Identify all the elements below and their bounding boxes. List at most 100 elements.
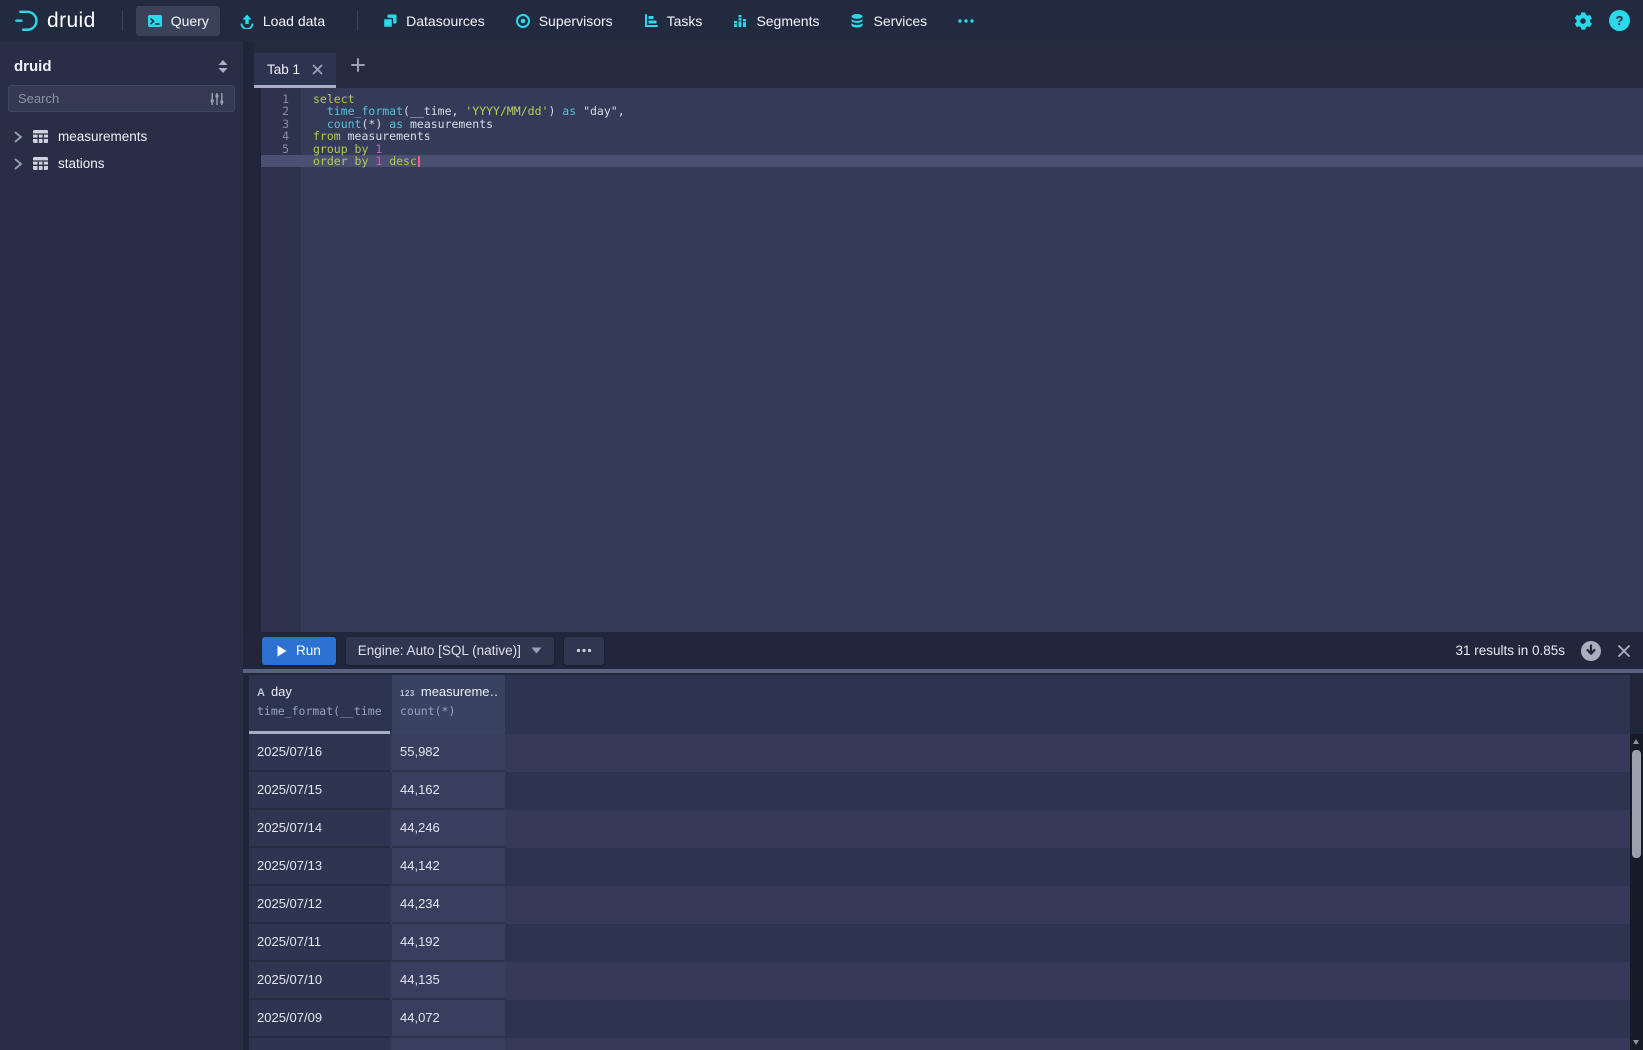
- tab-label: Tab 1: [267, 62, 300, 77]
- editor-gutter: 123456: [261, 88, 301, 632]
- code-line[interactable]: order by 1 desc: [313, 155, 1643, 167]
- cell-measurements[interactable]: 44,234: [392, 886, 505, 924]
- nav-item-label: Supervisors: [539, 13, 613, 29]
- chevron-right-icon: [14, 131, 23, 143]
- nav-item-load-data[interactable]: Load data: [228, 6, 336, 36]
- table-row: 2025/07/1444,246: [249, 810, 1630, 848]
- help-icon[interactable]: ?: [1609, 10, 1630, 31]
- play-icon: [277, 645, 287, 657]
- nav-item-services[interactable]: Services: [838, 6, 938, 36]
- nav-item-supervisors[interactable]: Supervisors: [504, 6, 624, 36]
- table-row: [249, 1038, 1630, 1050]
- scrollbar-thumb[interactable]: [1632, 750, 1641, 858]
- nav-item-datasources[interactable]: Datasources: [371, 6, 496, 36]
- cell-day[interactable]: 2025/07/09: [249, 1000, 390, 1038]
- run-button[interactable]: Run: [262, 637, 336, 665]
- cell-day[interactable]: 2025/07/15: [249, 772, 390, 810]
- column-expression: count(*): [400, 704, 497, 718]
- filter-sliders-icon[interactable]: [209, 91, 225, 107]
- tree-item-label: stations: [58, 156, 105, 171]
- tasks-icon: [643, 13, 659, 29]
- download-icon[interactable]: [1580, 640, 1602, 662]
- table-row: 2025/07/1044,135: [249, 962, 1630, 1000]
- query-tab-bar: Tab 1: [254, 41, 1643, 88]
- settings-gear-icon[interactable]: [1573, 11, 1593, 31]
- sidebar-item-measurements[interactable]: measurements: [0, 123, 243, 150]
- logo-text: druid: [47, 9, 96, 33]
- cell-day[interactable]: 2025/07/13: [249, 848, 390, 886]
- engine-label: Engine: Auto [SQL (native)]: [358, 643, 521, 658]
- line-number: 4: [261, 130, 301, 142]
- sidebar-item-stations[interactable]: stations: [0, 150, 243, 177]
- table-row: 2025/07/1655,982: [249, 734, 1630, 772]
- nav-divider: [122, 11, 123, 31]
- cell-measurements[interactable]: [392, 1038, 505, 1050]
- editor-code[interactable]: select time_format(__time, 'YYYY/MM/dd')…: [301, 88, 1643, 632]
- tree-item-label: measurements: [58, 129, 147, 144]
- cell-measurements[interactable]: 44,135: [392, 962, 505, 1000]
- line-number: 1: [261, 93, 301, 105]
- table-icon: [32, 156, 49, 171]
- double-caret-vertical-icon[interactable]: [217, 59, 229, 74]
- supervisors-icon: [515, 13, 531, 29]
- sql-editor[interactable]: 123456 select time_format(__time, 'YYYY/…: [243, 88, 1643, 632]
- table-row: 2025/07/1544,162: [249, 772, 1630, 810]
- results-scrollbar[interactable]: [1630, 734, 1643, 1050]
- code-line[interactable]: time_format(__time, 'YYYY/MM/dd') as "da…: [313, 105, 1643, 117]
- code-line[interactable]: from measurements: [313, 130, 1643, 142]
- cell-measurements[interactable]: 44,192: [392, 924, 505, 962]
- run-toolbar: Run Engine: Auto [SQL (native)] 31 resul…: [243, 632, 1643, 669]
- nav-item-label: Query: [171, 13, 209, 29]
- schema-search-box: [8, 85, 235, 112]
- tab-tab1[interactable]: Tab 1: [254, 53, 336, 88]
- cell-day[interactable]: 2025/07/10: [249, 962, 390, 1000]
- line-number: 3: [261, 118, 301, 130]
- cell-measurements[interactable]: 44,072: [392, 1000, 505, 1038]
- nav-item-label: Load data: [263, 13, 325, 29]
- nav-item-tasks[interactable]: Tasks: [632, 6, 714, 36]
- cell-day[interactable]: 2025/07/12: [249, 886, 390, 924]
- table-row: 2025/07/1144,192: [249, 924, 1630, 962]
- cell-measurements[interactable]: 55,982: [392, 734, 505, 772]
- cell-day[interactable]: 2025/07/14: [249, 810, 390, 848]
- druid-logo-icon: [13, 7, 40, 34]
- scroll-down-arrow[interactable]: [1633, 1040, 1639, 1045]
- engine-select-button[interactable]: Engine: Auto [SQL (native)]: [346, 637, 554, 665]
- column-header-day[interactable]: A day time_format(__time,…: [249, 675, 390, 734]
- cell-day[interactable]: 2025/07/11: [249, 924, 390, 962]
- result-status-text: 31 results in 0.85s: [1455, 643, 1565, 658]
- column-header-measurements[interactable]: 123 measureme… count(*): [392, 675, 505, 734]
- services-icon: [849, 13, 865, 29]
- nav-item-label: Services: [873, 13, 927, 29]
- cell-day[interactable]: [249, 1038, 390, 1050]
- nav-more-button[interactable]: [946, 11, 986, 31]
- code-line[interactable]: group by 1: [313, 143, 1643, 155]
- table-row: 2025/07/0944,072: [249, 1000, 1630, 1038]
- cell-measurements[interactable]: 44,246: [392, 810, 505, 848]
- caret-down-icon: [531, 647, 542, 654]
- editor-left-strip: [243, 88, 261, 632]
- results-panel: A day time_format(__time,… 123 measureme…: [243, 673, 1643, 1050]
- table-row: 2025/07/1344,142: [249, 848, 1630, 886]
- nav-item-query[interactable]: Query: [136, 6, 220, 36]
- results-body: 2025/07/1655,9822025/07/1544,1622025/07/…: [249, 734, 1630, 1050]
- druid-logo[interactable]: druid: [13, 7, 96, 34]
- text-cursor: [418, 156, 420, 167]
- add-tab-button[interactable]: [351, 58, 365, 72]
- cell-measurements[interactable]: 44,162: [392, 772, 505, 810]
- table-row: 2025/07/1244,234: [249, 886, 1630, 924]
- segments-icon: [732, 13, 748, 29]
- string-type-icon: A: [257, 687, 265, 699]
- close-results-icon[interactable]: [1617, 644, 1631, 658]
- tab-close-icon[interactable]: [312, 64, 323, 75]
- code-line[interactable]: count(*) as measurements: [313, 118, 1643, 130]
- line-number: 5: [261, 143, 301, 155]
- query-more-button[interactable]: [564, 637, 604, 665]
- nav-item-segments[interactable]: Segments: [721, 6, 830, 36]
- cell-day[interactable]: 2025/07/16: [249, 734, 390, 772]
- cell-measurements[interactable]: 44,142: [392, 848, 505, 886]
- scroll-up-arrow[interactable]: [1633, 739, 1639, 744]
- search-input[interactable]: [18, 91, 209, 106]
- chevron-right-icon: [14, 158, 23, 170]
- more-dots-icon: [576, 648, 592, 653]
